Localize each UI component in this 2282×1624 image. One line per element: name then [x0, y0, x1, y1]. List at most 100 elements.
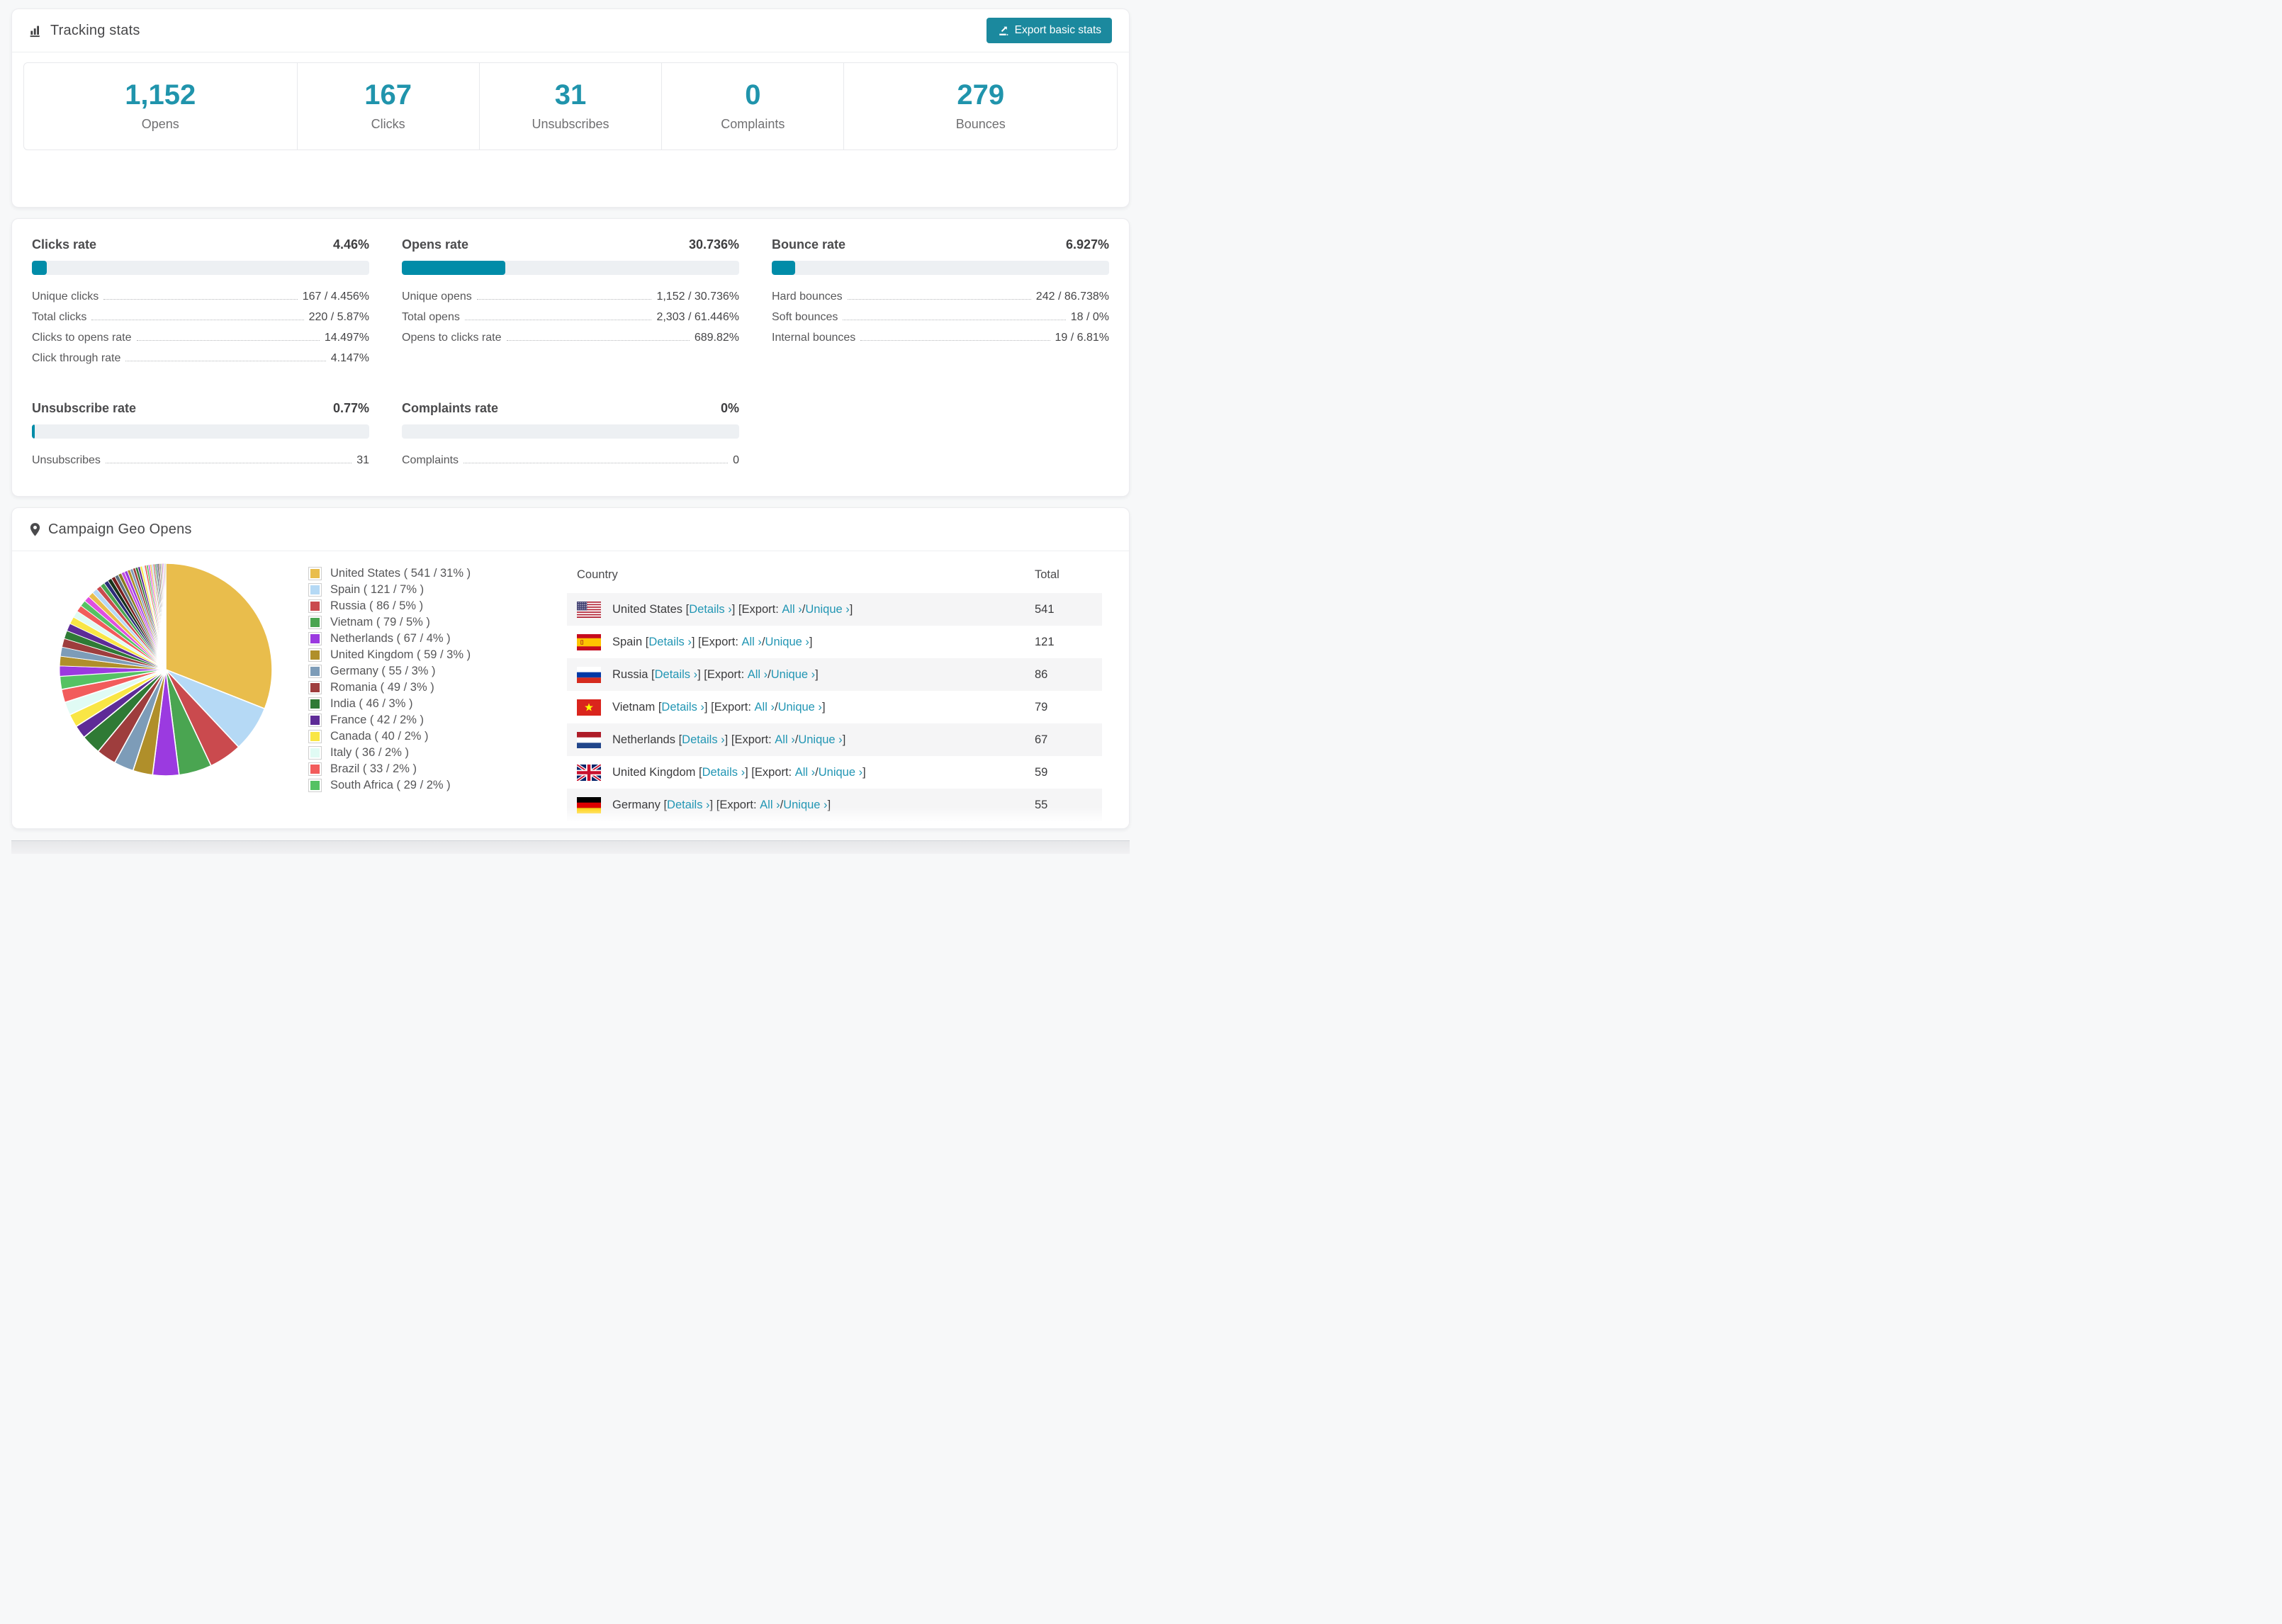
stat-opens: 1,152 Opens: [24, 63, 297, 150]
export-unique-link[interactable]: Unique ›: [778, 701, 822, 714]
export-unique-link[interactable]: Unique ›: [765, 636, 809, 649]
detail-label: Opens to clicks rate: [402, 332, 502, 344]
dotted-leader: [136, 340, 320, 341]
detail-row: Clicks to opens rate 14.497%: [32, 332, 369, 352]
export-all-link[interactable]: All ›: [795, 766, 815, 779]
export-unique-link[interactable]: Unique ›: [771, 668, 815, 682]
rate-title: Complaints rate: [402, 401, 499, 415]
detail-value: 242 / 86.738%: [1035, 291, 1109, 303]
clicks-rate-section: Clicks rate 4.46% Unique clicks 167 / 4.456…: [32, 237, 369, 373]
detail-value: 4.147%: [330, 352, 369, 364]
export-button-label: Export basic stats: [1014, 24, 1101, 36]
export-label: Export:: [734, 733, 775, 746]
legend-item: Netherlands ( 67 / 4% ): [308, 632, 471, 645]
tracking-stats-card: Tracking stats Export basic stats 1,152 O…: [11, 9, 1130, 208]
complaints-rate-section: Complaints rate 0% Complaints 0: [402, 401, 739, 475]
rate-title: Unsubscribe rate: [32, 401, 137, 415]
country-cell: United Kingdom [Details ›] [Export: All …: [567, 764, 1035, 781]
details-link[interactable]: Details ›: [682, 733, 725, 747]
country-name: Vietnam: [612, 700, 656, 714]
details-link[interactable]: Details ›: [667, 799, 710, 812]
detail-row: Unique opens 1,152 / 30.736%: [402, 291, 739, 311]
country-name: Netherlands: [612, 733, 675, 746]
detail-row: Click through rate 4.147%: [32, 352, 369, 373]
export-unique-link[interactable]: Unique ›: [783, 799, 827, 812]
bracket: ]: [809, 635, 813, 648]
bracket: [: [695, 765, 702, 779]
export-label: Export:: [754, 765, 795, 779]
country-name: Germany: [612, 798, 661, 811]
progress-bar-fill: [402, 261, 506, 275]
legend-swatch: [308, 681, 322, 694]
total-value: 59: [1035, 765, 1048, 779]
country-name: United Kingdom: [612, 765, 696, 779]
geo-table-row-ru: Russia [Details ›] [Export: All › / Uniq…: [567, 658, 1102, 691]
bracket: ]: [849, 602, 853, 616]
legend-label: Canada ( 40 / 2% ): [330, 730, 429, 743]
country-cell: Spain [Details ›] [Export: All › / Uniqu…: [567, 633, 1035, 650]
legend-swatch: [308, 632, 322, 645]
rate-value: 0%: [720, 401, 739, 415]
bracket: ] [: [691, 635, 702, 648]
stat-value: 279: [957, 79, 1005, 111]
rate-title: Opens rate: [402, 237, 469, 252]
legend-swatch: [308, 665, 322, 678]
detail-label: Hard bounces: [772, 291, 843, 303]
export-all-link[interactable]: All ›: [748, 668, 768, 682]
legend-swatch: [308, 779, 322, 792]
export-unique-link[interactable]: Unique ›: [819, 766, 862, 779]
section-title: Campaign Geo Opens: [48, 521, 192, 537]
rate-value: 6.927%: [1065, 237, 1109, 252]
details-link[interactable]: Details ›: [661, 701, 704, 714]
detail-value: 220 / 5.87%: [308, 311, 369, 323]
geo-table-row-us: United States [Details ›] [Export: All ›…: [567, 593, 1102, 626]
bracket: [: [675, 733, 682, 746]
bracket: ]: [815, 667, 819, 681]
export-all-link[interactable]: All ›: [742, 636, 762, 649]
detail-value: 18 / 0%: [1070, 311, 1109, 323]
export-all-link[interactable]: All ›: [775, 733, 794, 747]
export-unique-link[interactable]: Unique ›: [798, 733, 842, 747]
flag-es-icon: [577, 633, 601, 650]
export-basic-stats-button[interactable]: Export basic stats: [986, 18, 1112, 43]
details-link[interactable]: Details ›: [655, 668, 698, 682]
rates-card: Clicks rate 4.46% Unique clicks 167 / 4.456…: [11, 218, 1130, 497]
details-link[interactable]: Details ›: [648, 636, 692, 649]
detail-label: Internal bounces: [772, 332, 856, 344]
detail-label: Soft bounces: [772, 311, 838, 323]
bracket: [: [642, 635, 649, 648]
detail-value: 1,152 / 30.736%: [656, 291, 739, 303]
export-label: Export:: [719, 798, 760, 811]
tracking-stats-header: Tracking stats Export basic stats: [12, 9, 1129, 52]
details-link[interactable]: Details ›: [702, 766, 746, 779]
legend-item: Spain ( 121 / 7% ): [308, 583, 471, 597]
progress-bar-fill: [32, 261, 47, 275]
export-all-link[interactable]: All ›: [755, 701, 775, 714]
bracket: [: [655, 700, 662, 714]
detail-row: Unique clicks 167 / 4.456%: [32, 291, 369, 311]
total-value: 541: [1035, 602, 1055, 616]
detail-value: 14.497%: [324, 332, 369, 344]
detail-label: Click through rate: [32, 352, 121, 364]
export-unique-link[interactable]: Unique ›: [805, 603, 849, 616]
detail-row: Opens to clicks rate 689.82%: [402, 332, 739, 352]
total-value: 79: [1035, 700, 1048, 714]
flag-us-icon: [577, 601, 601, 618]
flag-nl-icon: [577, 731, 601, 748]
detail-row: Internal bounces 19 / 6.81%: [772, 332, 1109, 352]
stat-label: Bounces: [955, 117, 1006, 131]
legend-item: Italy ( 36 / 2% ): [308, 746, 471, 760]
legend-item: United States ( 541 / 31% ): [308, 567, 471, 580]
flag-gb-icon: [577, 764, 601, 781]
legend-label: Romania ( 49 / 3% ): [330, 681, 434, 694]
details-link[interactable]: Details ›: [689, 603, 732, 616]
total-value: 121: [1035, 635, 1055, 648]
legend-item: Germany ( 55 / 3% ): [308, 665, 471, 678]
export-all-link[interactable]: All ›: [782, 603, 802, 616]
legend-item: South Africa ( 29 / 2% ): [308, 779, 471, 792]
progress-bar-fill: [772, 261, 795, 275]
export-all-link[interactable]: All ›: [760, 799, 780, 812]
pie-legend: United States ( 541 / 31% ) Spain ( 121 /…: [308, 558, 471, 821]
dotted-leader: [847, 299, 1031, 300]
legend-label: India ( 46 / 3% ): [330, 697, 413, 710]
